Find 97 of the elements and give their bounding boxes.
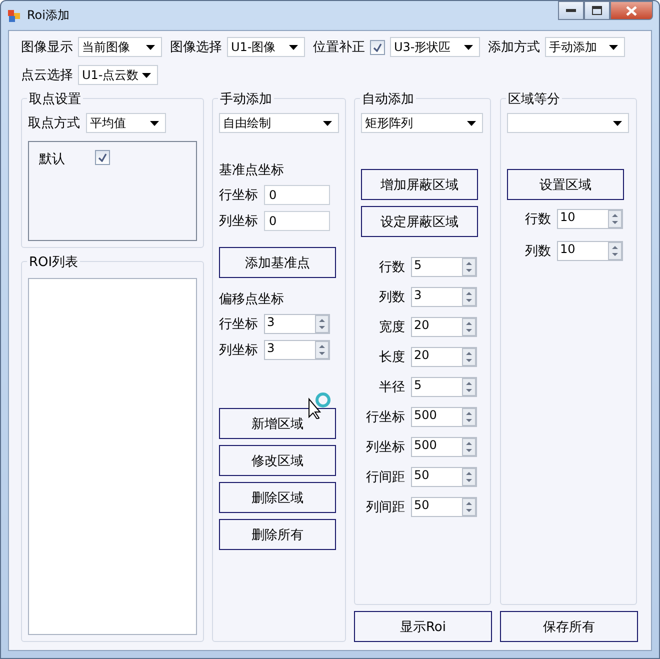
action-button[interactable]: 新增区域 (219, 408, 336, 439)
field-label: 行坐标 (365, 409, 405, 426)
checkbox[interactable] (95, 150, 110, 165)
input-field[interactable]: 0 (264, 211, 330, 231)
action-button[interactable]: 增加屏蔽区域 (361, 169, 478, 200)
checkbox[interactable] (370, 40, 385, 54)
field-label: 长度 (378, 349, 405, 366)
field-label: 宽度 (378, 319, 405, 336)
spin-arrows-icon[interactable] (462, 498, 476, 516)
spin-field[interactable]: 3 (411, 287, 477, 307)
field-label: 列数 (524, 243, 551, 260)
spin-field[interactable]: 10 (557, 209, 623, 229)
group-title: 自动添加 (360, 90, 416, 108)
checkmark-icon (98, 153, 107, 162)
field-label: 列间距 (365, 499, 405, 516)
field-label: 行间距 (365, 469, 405, 486)
spin-arrows-icon[interactable] (462, 318, 476, 336)
dropdown-arrow-icon (464, 44, 473, 50)
dropdown-arrow-icon (146, 44, 155, 50)
dropdown-arrow-icon (323, 120, 332, 126)
input-field[interactable]: 0 (264, 185, 330, 205)
field-label: 点云选择 (21, 67, 73, 84)
close-icon (626, 6, 637, 16)
spin-arrows-icon[interactable] (462, 408, 476, 426)
spin-arrows-icon[interactable] (462, 288, 476, 306)
spin-field[interactable]: 5 (411, 377, 477, 397)
spin-field[interactable]: 5 (411, 257, 477, 277)
section-label: 基准点坐标 (219, 162, 285, 179)
field-label: 取点方式 (28, 115, 80, 132)
dropdown[interactable]: 手动添加 (545, 37, 625, 57)
action-button[interactable]: 修改区域 (219, 445, 336, 476)
dropdown[interactable]: U1-点云数 (78, 65, 158, 85)
dropdown-arrow-icon (613, 120, 622, 126)
dropdown-arrow-icon (289, 44, 298, 50)
app-icon (7, 8, 21, 22)
spin-field[interactable]: 3 (264, 314, 330, 334)
set-region-button[interactable]: 设置区域 (507, 169, 624, 200)
action-button[interactable]: 设定屏蔽区域 (361, 206, 478, 237)
field-label: 列坐标 (219, 213, 258, 230)
add-base-button[interactable]: 添加基准点 (219, 247, 336, 278)
dropdown[interactable]: U1-图像 (227, 37, 305, 57)
dropdown-arrow-icon (609, 44, 618, 50)
group-title: 手动添加 (218, 90, 274, 108)
group-title: 取点设置 (27, 90, 83, 108)
field-label: 列坐标 (219, 342, 258, 359)
spin-arrows-icon[interactable] (462, 438, 476, 456)
save-all-button[interactable]: 保存所有 (500, 611, 638, 642)
dropdown-arrow-icon (150, 120, 159, 126)
spin-arrows-icon[interactable] (462, 468, 476, 486)
action-button[interactable]: 删除区域 (219, 482, 336, 513)
field-label: 列坐标 (365, 439, 405, 456)
checkbox-label: 默认 (39, 151, 65, 168)
field-label: 行数 (524, 211, 551, 228)
section-label: 偏移点坐标 (219, 291, 285, 308)
field-label: 行坐标 (219, 187, 258, 204)
field-label: 列数 (378, 289, 405, 306)
maximize-icon (592, 6, 602, 15)
group-title: 区域等分 (506, 90, 562, 108)
spin-arrows-icon[interactable] (462, 348, 476, 366)
spin-field[interactable]: 20 (411, 347, 477, 367)
spin-arrows-icon[interactable] (462, 378, 476, 396)
minimize-button[interactable] (558, 1, 584, 20)
field-label: 图像显示 (21, 39, 73, 56)
maximize-button[interactable] (584, 1, 610, 20)
dropdown[interactable]: U3-形状匹 (390, 37, 480, 57)
dropdown[interactable]: 平均值 (86, 113, 166, 133)
field-label: 半径 (378, 379, 405, 396)
dropdown[interactable]: 自由绘制 (219, 113, 339, 133)
close-button[interactable] (610, 1, 653, 20)
minimize-icon (566, 8, 576, 12)
field-label: 行坐标 (219, 316, 258, 333)
spin-arrows-icon[interactable] (608, 242, 622, 260)
spin-field[interactable]: 50 (411, 467, 477, 487)
spin-field[interactable]: 500 (411, 407, 477, 427)
field-label: 行数 (378, 259, 405, 276)
field-label: 位置补正 (313, 39, 365, 56)
dropdown[interactable]: 矩形阵列 (361, 113, 483, 133)
checkmark-icon (373, 42, 382, 52)
spin-field[interactable]: 3 (264, 340, 330, 360)
spin-field[interactable]: 50 (411, 497, 477, 517)
spin-arrows-icon[interactable] (462, 258, 476, 276)
spin-field[interactable]: 10 (557, 241, 623, 261)
busy-cursor-icon (308, 391, 332, 419)
dropdown-arrow-icon (142, 72, 151, 78)
spin-arrows-icon[interactable] (315, 341, 329, 359)
group-title: ROI列表 (27, 253, 80, 271)
window-title: Roi添加 (27, 7, 70, 24)
spin-field[interactable]: 20 (411, 317, 477, 337)
field-label: 添加方式 (488, 39, 540, 56)
show-roi-button[interactable]: 显示Roi (354, 611, 492, 642)
spin-arrows-icon[interactable] (608, 210, 622, 228)
dropdown[interactable]: 当前图像 (78, 37, 162, 57)
field-label: 图像选择 (170, 39, 222, 56)
dropdown-arrow-icon (467, 120, 476, 126)
action-button[interactable]: 删除所有 (219, 519, 336, 550)
spin-arrows-icon[interactable] (315, 315, 329, 333)
spin-field[interactable]: 500 (411, 437, 477, 457)
